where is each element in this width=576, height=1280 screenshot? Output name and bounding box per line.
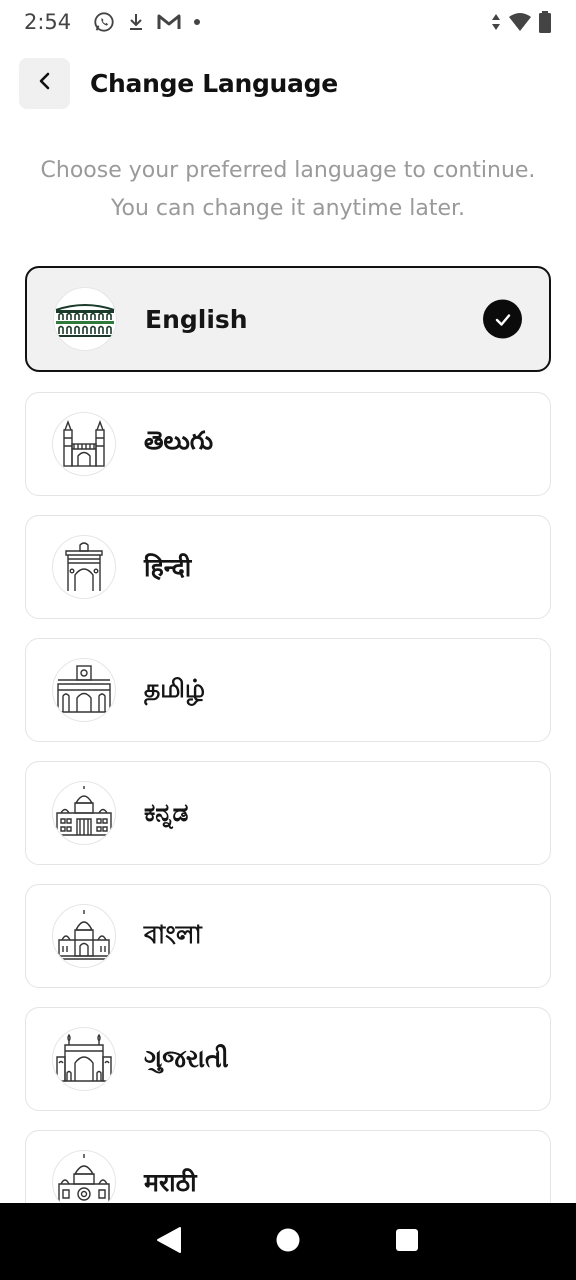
chevron-left-icon (35, 71, 55, 95)
victoria-memorial-icon (52, 904, 116, 968)
nav-recents-button[interactable] (377, 1212, 437, 1272)
language-option-english[interactable]: English (25, 266, 551, 372)
language-label: हिन्दी (144, 553, 192, 582)
nav-home-button[interactable] (258, 1212, 318, 1272)
language-label: తెలుగు (144, 426, 214, 455)
back-triangle-icon (156, 1226, 182, 1258)
charminar-icon (52, 412, 116, 476)
language-label: English (145, 304, 248, 334)
gmail-icon (157, 13, 181, 31)
data-arrows-icon (490, 12, 502, 32)
language-option-kannada[interactable]: ಕನ್ನಡ (25, 761, 551, 865)
language-label: বাংলা (144, 919, 202, 949)
language-option-telugu[interactable]: తెలుగు (25, 392, 551, 496)
wifi-icon (508, 12, 532, 32)
language-list: English తెలుగు हिन्दी தமிழ் ಕನ್ನಡ বাংলা … (25, 266, 551, 1253)
vidhana-soudha-icon (52, 781, 116, 845)
language-option-tamil[interactable]: தமிழ் (25, 638, 551, 742)
page-subtitle: Choose your preferred language to contin… (40, 158, 536, 221)
home-circle-icon (275, 1227, 301, 1257)
language-option-hindi[interactable]: हिन्दी (25, 515, 551, 619)
status-time: 2:54 (24, 10, 72, 34)
language-option-gujarati[interactable]: ગુજરાતી (25, 1007, 551, 1111)
whatsapp-icon (93, 11, 115, 33)
status-left: 2:54 (24, 10, 201, 34)
language-label: ಕನ್ನಡ (144, 798, 189, 827)
status-bar: 2:54 (0, 0, 576, 44)
page-title: Change Language (90, 68, 338, 98)
battery-icon (538, 11, 552, 33)
colosseum-icon (53, 287, 117, 351)
language-label: தமிழ் (144, 673, 206, 703)
app-header: Change Language (19, 57, 557, 109)
language-option-bengali[interactable]: বাংলা (25, 884, 551, 988)
language-label: मराठी (144, 1168, 197, 1197)
nav-back-button[interactable] (139, 1212, 199, 1272)
chennai-central-icon (52, 658, 116, 722)
gateway-of-india-icon (52, 1027, 116, 1091)
dot-icon (193, 18, 201, 26)
system-nav-bar (0, 1203, 576, 1280)
check-icon (483, 299, 522, 339)
india-gate-icon (52, 535, 116, 599)
download-icon (127, 12, 145, 32)
language-label: ગુજરાતી (144, 1044, 229, 1073)
status-right (490, 11, 552, 33)
back-button[interactable] (19, 57, 70, 109)
recents-square-icon (395, 1228, 419, 1256)
